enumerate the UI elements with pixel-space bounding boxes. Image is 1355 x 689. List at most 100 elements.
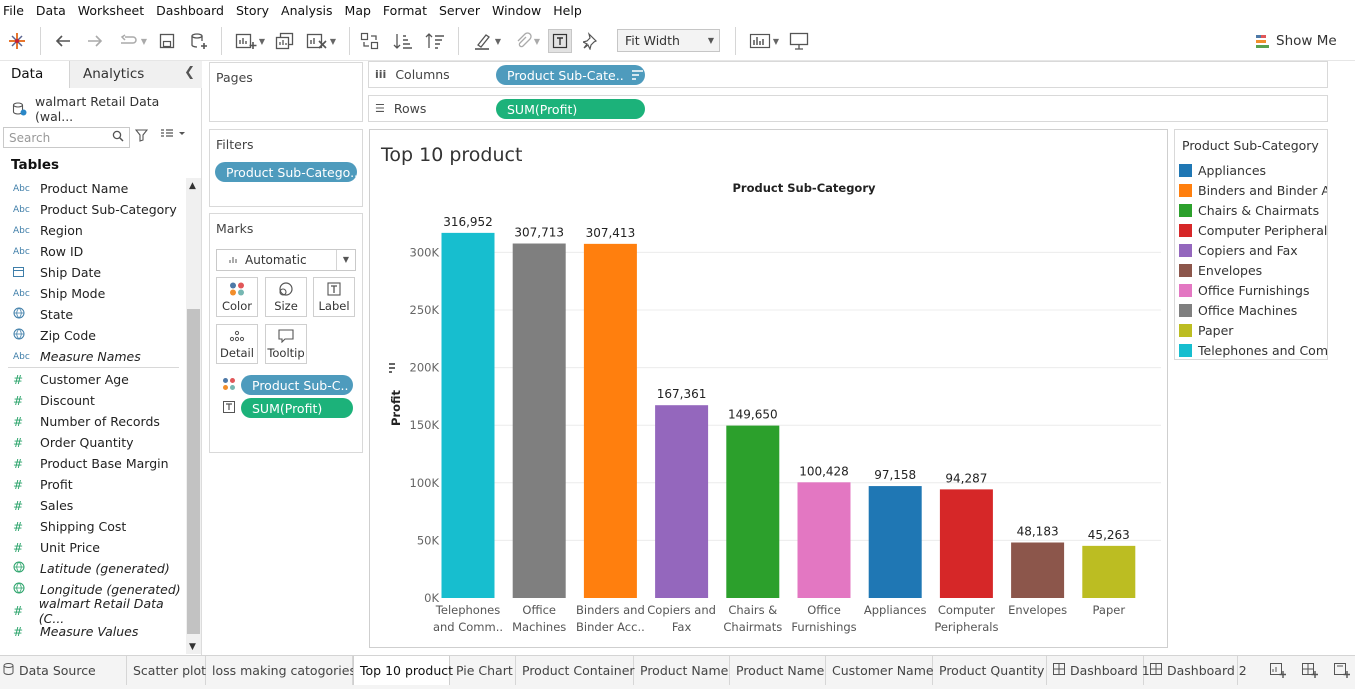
legend-item[interactable]: Telephones and Com.. xyxy=(1179,340,1327,360)
sheet-tab[interactable]: Product Quantity xyxy=(933,656,1047,685)
menu-file[interactable]: File xyxy=(0,3,30,18)
sheet-tab[interactable]: Dashboard 2 xyxy=(1144,656,1247,685)
presentation-mode-icon[interactable] xyxy=(788,30,810,52)
view-options-icon[interactable] xyxy=(160,128,186,143)
menu-dashboard[interactable]: Dashboard xyxy=(150,3,230,18)
scroll-down-icon[interactable]: ▼ xyxy=(189,642,196,652)
field-region[interactable]: Abc Region xyxy=(0,220,186,241)
field-search-input[interactable]: Search xyxy=(3,127,130,148)
save-icon[interactable] xyxy=(157,30,177,52)
field-list-scrollbar[interactable]: ▲ ▼ xyxy=(186,178,201,654)
highlight-icon[interactable]: ▼ xyxy=(469,30,505,52)
menu-format[interactable]: Format xyxy=(377,3,433,18)
sheet-tab[interactable]: Product Name xyxy=(634,656,730,685)
undo-icon[interactable] xyxy=(52,30,74,52)
field-shipping-cost[interactable]: # Shipping Cost xyxy=(0,516,186,537)
field-customer-age[interactable]: # Customer Age xyxy=(0,369,186,390)
rows-pill-sum-profit[interactable]: SUM(Profit) xyxy=(496,99,645,119)
sheet-tab[interactable]: Scatter plot xyxy=(127,656,206,685)
collapse-pane-icon[interactable]: ❮ xyxy=(184,65,195,80)
new-worksheet-tab-icon[interactable] xyxy=(1270,662,1287,682)
marks-color-button[interactable]: Color xyxy=(216,277,258,317)
show-mark-labels-icon[interactable] xyxy=(548,29,572,53)
field-measure-names[interactable]: Abc Measure Names xyxy=(0,346,186,367)
marks-label-button[interactable]: Label xyxy=(313,277,355,317)
scroll-up-icon[interactable]: ▲ xyxy=(189,181,196,191)
legend-item[interactable]: Envelopes xyxy=(1179,260,1327,280)
legend-item[interactable]: Paper xyxy=(1179,320,1327,340)
field-state[interactable]: State xyxy=(0,304,186,325)
field-measure-values[interactable]: # Measure Values xyxy=(0,621,186,642)
menu-window[interactable]: Window xyxy=(486,3,547,18)
show-cards-icon[interactable]: ▼ xyxy=(746,30,782,52)
field-latitude-generated[interactable]: Latitude (generated) xyxy=(0,558,186,579)
marks-size-button[interactable]: Size xyxy=(265,277,307,317)
filter-pill-product-sub-category[interactable]: Product Sub-Catego.. xyxy=(215,162,357,182)
scroll-thumb[interactable] xyxy=(187,309,200,634)
legend-item[interactable]: Copiers and Fax xyxy=(1179,240,1327,260)
legend-item[interactable]: Chairs & Chairmats xyxy=(1179,200,1327,220)
menu-help[interactable]: Help xyxy=(547,3,588,18)
field-order-quantity[interactable]: # Order Quantity xyxy=(0,432,186,453)
field-profit[interactable]: # Profit xyxy=(0,474,186,495)
legend-item[interactable]: Appliances xyxy=(1179,160,1327,180)
new-datasource-icon[interactable] xyxy=(188,30,210,52)
sheet-tab[interactable]: Dashboard 1 xyxy=(1047,656,1150,685)
marks-pill-sum-profit[interactable]: SUM(Profit) xyxy=(241,398,353,418)
menu-analysis[interactable]: Analysis xyxy=(275,3,339,18)
new-story-tab-icon[interactable] xyxy=(1334,662,1351,682)
legend-item[interactable]: Computer Peripherals xyxy=(1179,220,1327,240)
fix-axes-pin-icon[interactable] xyxy=(580,30,602,52)
sort-ascending-icon[interactable] xyxy=(392,30,414,52)
legend-item[interactable]: Binders and Binder A.. xyxy=(1179,180,1327,200)
field-product-sub-category[interactable]: Abc Product Sub-Category xyxy=(0,199,186,220)
field-sales[interactable]: # Sales xyxy=(0,495,186,516)
columns-pill-product-sub-category[interactable]: Product Sub-Cate.. xyxy=(496,65,645,85)
menu-data[interactable]: Data xyxy=(30,3,72,18)
menu-map[interactable]: Map xyxy=(339,3,377,18)
menu-story[interactable]: Story xyxy=(230,3,275,18)
clear-sheet-icon[interactable]: ▼ xyxy=(303,30,339,52)
sheet-tab[interactable]: Pie Chart xyxy=(450,656,516,685)
sheet-tab[interactable]: Product Container xyxy=(516,656,635,685)
sheet-tab[interactable]: loss making catogories xyxy=(206,656,356,685)
columns-shelf[interactable]: iii Columns Product Sub-Cate.. xyxy=(368,61,1328,88)
tab-data[interactable]: Data xyxy=(0,61,70,88)
field-zip-code[interactable]: Zip Code xyxy=(0,325,186,346)
duplicate-sheet-icon[interactable] xyxy=(274,30,296,52)
group-members-icon[interactable]: ▼ xyxy=(509,30,545,52)
field-product-name[interactable]: Abc Product Name xyxy=(0,178,186,199)
replay-animation-icon[interactable]: ▼ xyxy=(114,30,152,52)
legend-item[interactable]: Office Furnishings xyxy=(1179,280,1327,300)
field-ship-date[interactable]: Ship Date xyxy=(0,262,186,283)
sheet-tab-active[interactable]: Top 10 product xyxy=(353,656,453,685)
redo-icon[interactable] xyxy=(84,30,106,52)
pages-shelf[interactable]: Pages xyxy=(209,62,363,122)
swap-rows-columns-icon[interactable] xyxy=(359,30,381,52)
field-unit-price[interactable]: # Unit Price xyxy=(0,537,186,558)
menu-worksheet[interactable]: Worksheet xyxy=(72,3,150,18)
field-row-id[interactable]: Abc Row ID xyxy=(0,241,186,262)
mark-type-dropdown[interactable]: Automatic ▼ xyxy=(216,249,356,271)
field-product-base-margin[interactable]: # Product Base Margin xyxy=(0,453,186,474)
marks-detail-button[interactable]: Detail xyxy=(216,324,258,364)
marks-pill-product-sub-category[interactable]: Product Sub-C.. xyxy=(241,375,353,395)
field-number-of-records[interactable]: # Number of Records xyxy=(0,411,186,432)
menu-server[interactable]: Server xyxy=(433,3,486,18)
tableau-logo-icon[interactable] xyxy=(7,30,27,52)
show-me-button[interactable]: Show Me xyxy=(1255,30,1337,52)
field-discount[interactable]: # Discount xyxy=(0,390,186,411)
new-worksheet-icon[interactable]: ▼ xyxy=(232,30,268,52)
datasource-item[interactable]: walmart Retail Data (wal... xyxy=(12,94,201,124)
field-ship-mode[interactable]: Abc Ship Mode xyxy=(0,283,186,304)
legend-item[interactable]: Office Machines xyxy=(1179,300,1327,320)
sheet-tab[interactable]: Customer Name xyxy=(826,656,934,685)
tab-analytics[interactable]: Analytics xyxy=(70,61,202,88)
field-walmart-retail-data-c[interactable]: # walmart Retail Data (C... xyxy=(0,596,186,626)
rows-shelf[interactable]: ☰ Rows SUM(Profit) xyxy=(368,95,1328,122)
marks-tooltip-button[interactable]: Tooltip xyxy=(265,324,307,364)
new-dashboard-tab-icon[interactable] xyxy=(1302,662,1319,682)
sort-descending-icon[interactable] xyxy=(424,30,446,52)
sheet-tab[interactable]: Product Name xyxy=(730,656,826,685)
sheet-tab[interactable]: Data Source xyxy=(0,656,127,685)
